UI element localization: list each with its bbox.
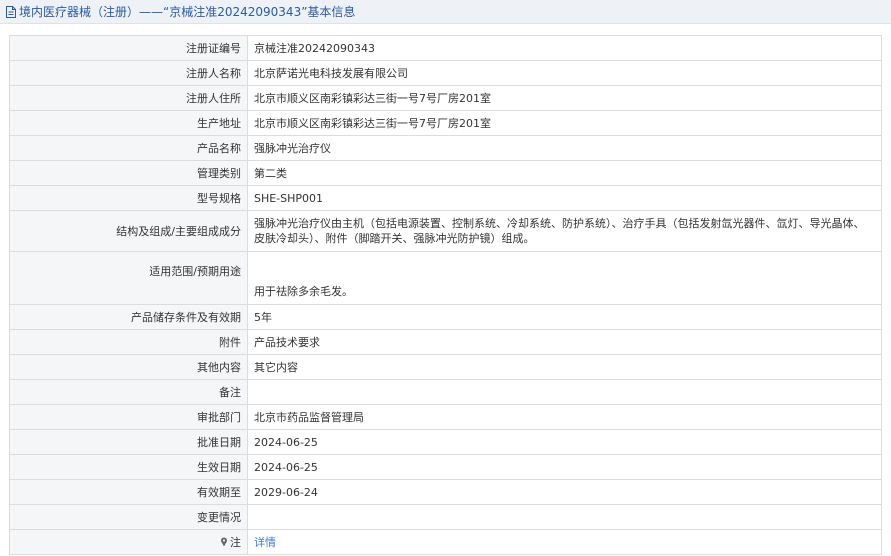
row-value: 北京市顺义区南彩镇彩达三街一号7号厂房201室	[247, 85, 882, 111]
row-label: 审批部门	[9, 404, 248, 430]
table-row: 附件 产品技术要求	[9, 329, 882, 355]
row-label: 其他内容	[9, 354, 248, 380]
table-row: 备注	[9, 379, 882, 405]
table-row: 产品储存条件及有效期 5年	[9, 304, 882, 330]
row-label: 型号规格	[9, 185, 248, 211]
row-value: 用于祛除多余毛发。	[247, 251, 882, 305]
table-row: 结构及组成/主要组成成分 强脉冲光治疗仪由主机（包括电源装置、控制系统、冷却系统…	[9, 210, 882, 252]
row-label: 批准日期	[9, 429, 248, 455]
row-value: 5年	[247, 304, 882, 330]
row-value: 其它内容	[247, 354, 882, 380]
pin-icon	[220, 537, 228, 547]
row-value: 产品技术要求	[247, 329, 882, 355]
row-value	[247, 504, 882, 530]
table-row: 有效期至 2029-06-24	[9, 479, 882, 505]
row-label: 备注	[9, 379, 248, 405]
row-label: 注册人住所	[9, 85, 248, 111]
row-label: 注册人名称	[9, 60, 248, 86]
note-value-cell: 详情	[247, 529, 882, 555]
row-value: 2024-06-25	[247, 454, 882, 480]
table-row: 生产地址 北京市顺义区南彩镇彩达三街一号7号厂房201室	[9, 110, 882, 136]
row-value: 北京萨诺光电科技发展有限公司	[247, 60, 882, 86]
row-label: 产品名称	[9, 135, 248, 161]
table-row: 产品名称 强脉冲光治疗仪	[9, 135, 882, 161]
row-value: 第二类	[247, 160, 882, 186]
row-label: 管理类别	[9, 160, 248, 186]
row-value: 2029-06-24	[247, 479, 882, 505]
row-label: 变更情况	[9, 504, 248, 530]
table-row: 审批部门 北京市药品监督管理局	[9, 404, 882, 430]
row-label: 附件	[9, 329, 248, 355]
document-icon	[5, 5, 17, 19]
note-row: 注 详情	[9, 529, 882, 555]
note-label-cell: 注	[9, 529, 248, 555]
table-row: 适用范围/预期用途 用于祛除多余毛发。	[9, 251, 882, 305]
table-row: 管理类别 第二类	[9, 160, 882, 186]
row-label: 适用范围/预期用途	[9, 251, 248, 305]
page-title-bar: 境内医疗器械（注册）——“京械注准20242090343”基本信息	[0, 0, 891, 24]
row-label: 生产地址	[9, 110, 248, 136]
row-value: 北京市药品监督管理局	[247, 404, 882, 430]
row-label: 产品储存条件及有效期	[9, 304, 248, 330]
note-label: 注	[230, 535, 241, 549]
row-label: 有效期至	[9, 479, 248, 505]
row-value: 强脉冲光治疗仪由主机（包括电源装置、控制系统、冷却系统、防护系统）、治疗手具（包…	[247, 210, 882, 252]
row-label: 结构及组成/主要组成成分	[9, 210, 248, 252]
table-row: 变更情况	[9, 504, 882, 530]
registration-info-table: 注册证编号 京械注准20242090343 注册人名称 北京萨诺光电科技发展有限…	[9, 35, 882, 555]
row-value: 2024-06-25	[247, 429, 882, 455]
row-value	[247, 379, 882, 405]
row-label: 注册证编号	[9, 35, 248, 61]
table-row: 生效日期 2024-06-25	[9, 454, 882, 480]
page-title: 境内医疗器械（注册）——“京械注准20242090343”基本信息	[19, 5, 356, 19]
table-row: 其他内容 其它内容	[9, 354, 882, 380]
row-value: 北京市顺义区南彩镇彩达三街一号7号厂房201室	[247, 110, 882, 136]
details-link[interactable]: 详情	[254, 536, 276, 549]
row-value: 京械注准20242090343	[247, 35, 882, 61]
row-value: SHE-SHP001	[247, 185, 882, 211]
table-row: 注册证编号 京械注准20242090343	[9, 35, 882, 61]
table-row: 型号规格 SHE-SHP001	[9, 185, 882, 211]
table-row: 批准日期 2024-06-25	[9, 429, 882, 455]
row-label: 生效日期	[9, 454, 248, 480]
table-row: 注册人住所 北京市顺义区南彩镇彩达三街一号7号厂房201室	[9, 85, 882, 111]
row-value: 强脉冲光治疗仪	[247, 135, 882, 161]
table-row: 注册人名称 北京萨诺光电科技发展有限公司	[9, 60, 882, 86]
